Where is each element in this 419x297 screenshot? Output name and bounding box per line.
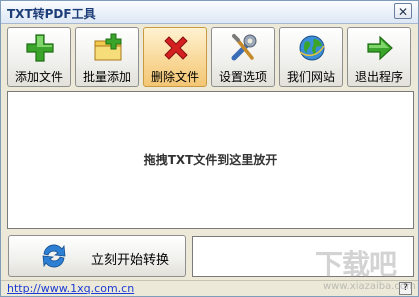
close-button[interactable]: ✕	[394, 3, 412, 19]
website-button[interactable]: 我们网站	[279, 27, 343, 87]
delete-file-button[interactable]: 删除文件	[143, 27, 207, 87]
title-bar: TXT转PDF工具 ✕	[1, 1, 418, 24]
website-link[interactable]: http://www.1xq.com.cn	[7, 282, 134, 295]
exit-arrow-icon	[367, 35, 393, 61]
website-label: 我们网站	[286, 70, 335, 84]
globe-icon	[299, 35, 325, 61]
delete-x-icon	[164, 36, 188, 60]
drop-hint: 拖拽TXT文件到这里放开	[143, 153, 278, 167]
window-title: TXT转PDF工具	[7, 7, 96, 21]
delete-file-label: 删除文件	[150, 70, 199, 84]
app-window: TXT转PDF工具 ✕ 添加文件 批量添加 删除文件 设置选项 我们网站 退出程…	[0, 0, 419, 297]
status-bar: http://www.1xq.com.cn ?	[1, 280, 418, 297]
exit-label: 退出程序	[354, 70, 403, 84]
start-convert-label: 立刻开始转换	[91, 253, 170, 268]
settings-label: 设置选项	[218, 70, 267, 84]
batch-add-label: 批量添加	[82, 70, 131, 84]
settings-button[interactable]: 设置选项	[211, 27, 275, 87]
convert-arrows-icon	[42, 244, 66, 268]
tools-icon	[231, 34, 257, 61]
help-button[interactable]: ?	[399, 282, 412, 295]
plus-icon	[26, 34, 54, 62]
folder-add-icon	[94, 33, 122, 61]
exit-button[interactable]: 退出程序	[347, 27, 411, 87]
file-drop-area[interactable]: 拖拽TXT文件到这里放开	[7, 91, 414, 229]
toolbar: 添加文件 批量添加 删除文件 设置选项 我们网站 退出程序	[7, 27, 414, 89]
add-file-button[interactable]: 添加文件	[7, 27, 71, 87]
batch-add-button[interactable]: 批量添加	[75, 27, 139, 87]
start-convert-button[interactable]: 立刻开始转换	[8, 235, 186, 277]
add-file-label: 添加文件	[14, 70, 63, 84]
progress-panel	[192, 236, 414, 277]
